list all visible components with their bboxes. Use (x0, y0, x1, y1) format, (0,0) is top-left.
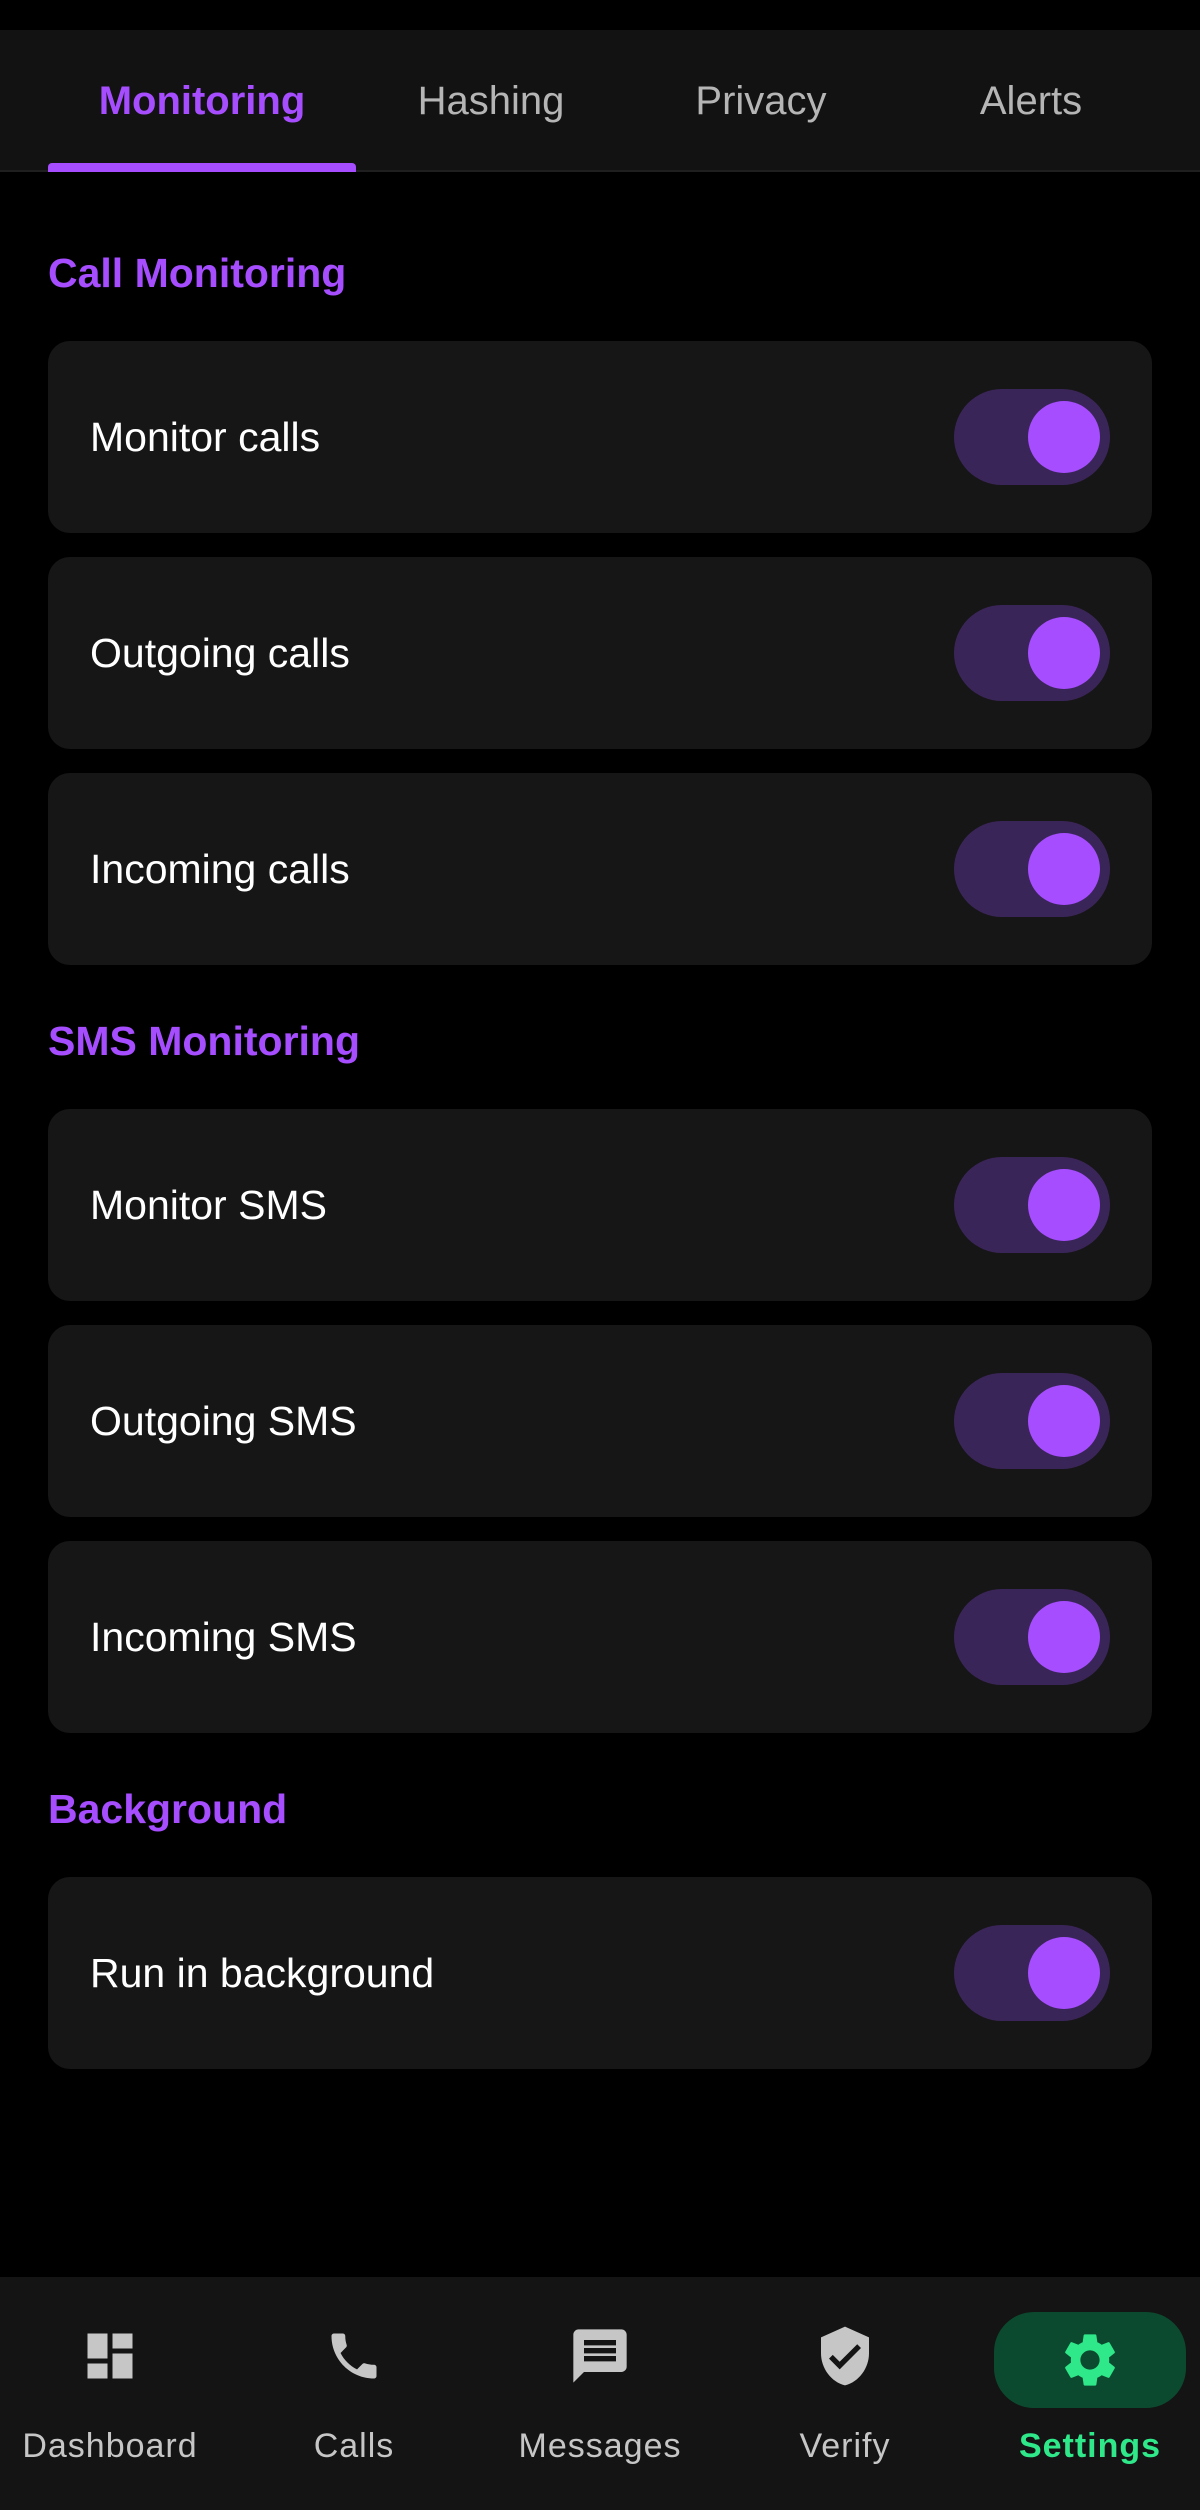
setting-label: Incoming calls (90, 845, 350, 892)
nav-label: Dashboard (22, 2427, 198, 2465)
active-tab-indicator (48, 163, 356, 172)
setting-row-outgoing-calls: Outgoing calls (48, 557, 1152, 749)
nav-label: Verify (799, 2427, 891, 2465)
nav-dashboard[interactable]: Dashboard (0, 2277, 230, 2510)
monitor-calls-toggle[interactable] (954, 389, 1110, 485)
nav-calls[interactable]: Calls (234, 2277, 474, 2510)
nav-settings[interactable]: Settings (970, 2277, 1200, 2510)
setting-row-incoming-sms: Incoming SMS (48, 1541, 1152, 1733)
toggle-knob (1028, 1385, 1100, 1457)
nav-verify[interactable]: Verify (725, 2277, 965, 2510)
toggle-knob (1028, 617, 1100, 689)
setting-row-monitor-calls: Monitor calls (48, 341, 1152, 533)
nav-label: Messages (518, 2427, 682, 2465)
status-bar (0, 0, 1200, 30)
toggle-knob (1028, 401, 1100, 473)
setting-label: Run in background (90, 1949, 435, 1996)
setting-row-monitor-sms: Monitor SMS (48, 1109, 1152, 1301)
setting-label: Incoming SMS (90, 1613, 357, 1660)
nav-label: Settings (1018, 2427, 1162, 2465)
bottom-navigation: Dashboard Calls Messages Verify Settings (0, 2277, 1200, 2510)
incoming-sms-toggle[interactable] (954, 1589, 1110, 1685)
section-title-background: Background (48, 1786, 288, 1832)
toggle-knob (1028, 1169, 1100, 1241)
toggle-knob (1028, 1937, 1100, 2009)
dashboard-icon (62, 2317, 158, 2395)
section-title-call-monitoring: Call Monitoring (48, 250, 347, 296)
setting-label: Monitor calls (90, 413, 321, 460)
setting-row-outgoing-sms: Outgoing SMS (48, 1325, 1152, 1517)
nav-label: Calls (313, 2427, 395, 2465)
gear-icon (994, 2312, 1186, 2408)
outgoing-sms-toggle[interactable] (954, 1373, 1110, 1469)
setting-label: Monitor SMS (90, 1181, 327, 1228)
tab-alerts[interactable]: Alerts (896, 30, 1166, 172)
tab-hashing[interactable]: Hashing (356, 30, 626, 172)
setting-row-run-in-background: Run in background (48, 1877, 1152, 2069)
outgoing-calls-toggle[interactable] (954, 605, 1110, 701)
toggle-knob (1028, 833, 1100, 905)
nav-messages[interactable]: Messages (480, 2277, 720, 2510)
setting-label: Outgoing calls (90, 629, 350, 676)
shield-check-icon (797, 2317, 893, 2395)
setting-row-incoming-calls: Incoming calls (48, 773, 1152, 965)
tab-monitoring[interactable]: Monitoring (48, 30, 356, 172)
section-title-sms-monitoring: SMS Monitoring (48, 1018, 361, 1064)
setting-label: Outgoing SMS (90, 1397, 357, 1444)
settings-tab-bar: Monitoring Hashing Privacy Alerts (0, 30, 1200, 172)
incoming-calls-toggle[interactable] (954, 821, 1110, 917)
monitor-sms-toggle[interactable] (954, 1157, 1110, 1253)
toggle-knob (1028, 1601, 1100, 1673)
run-in-background-toggle[interactable] (954, 1925, 1110, 2021)
phone-icon (306, 2317, 402, 2395)
message-icon (552, 2317, 648, 2395)
tab-privacy[interactable]: Privacy (626, 30, 896, 172)
